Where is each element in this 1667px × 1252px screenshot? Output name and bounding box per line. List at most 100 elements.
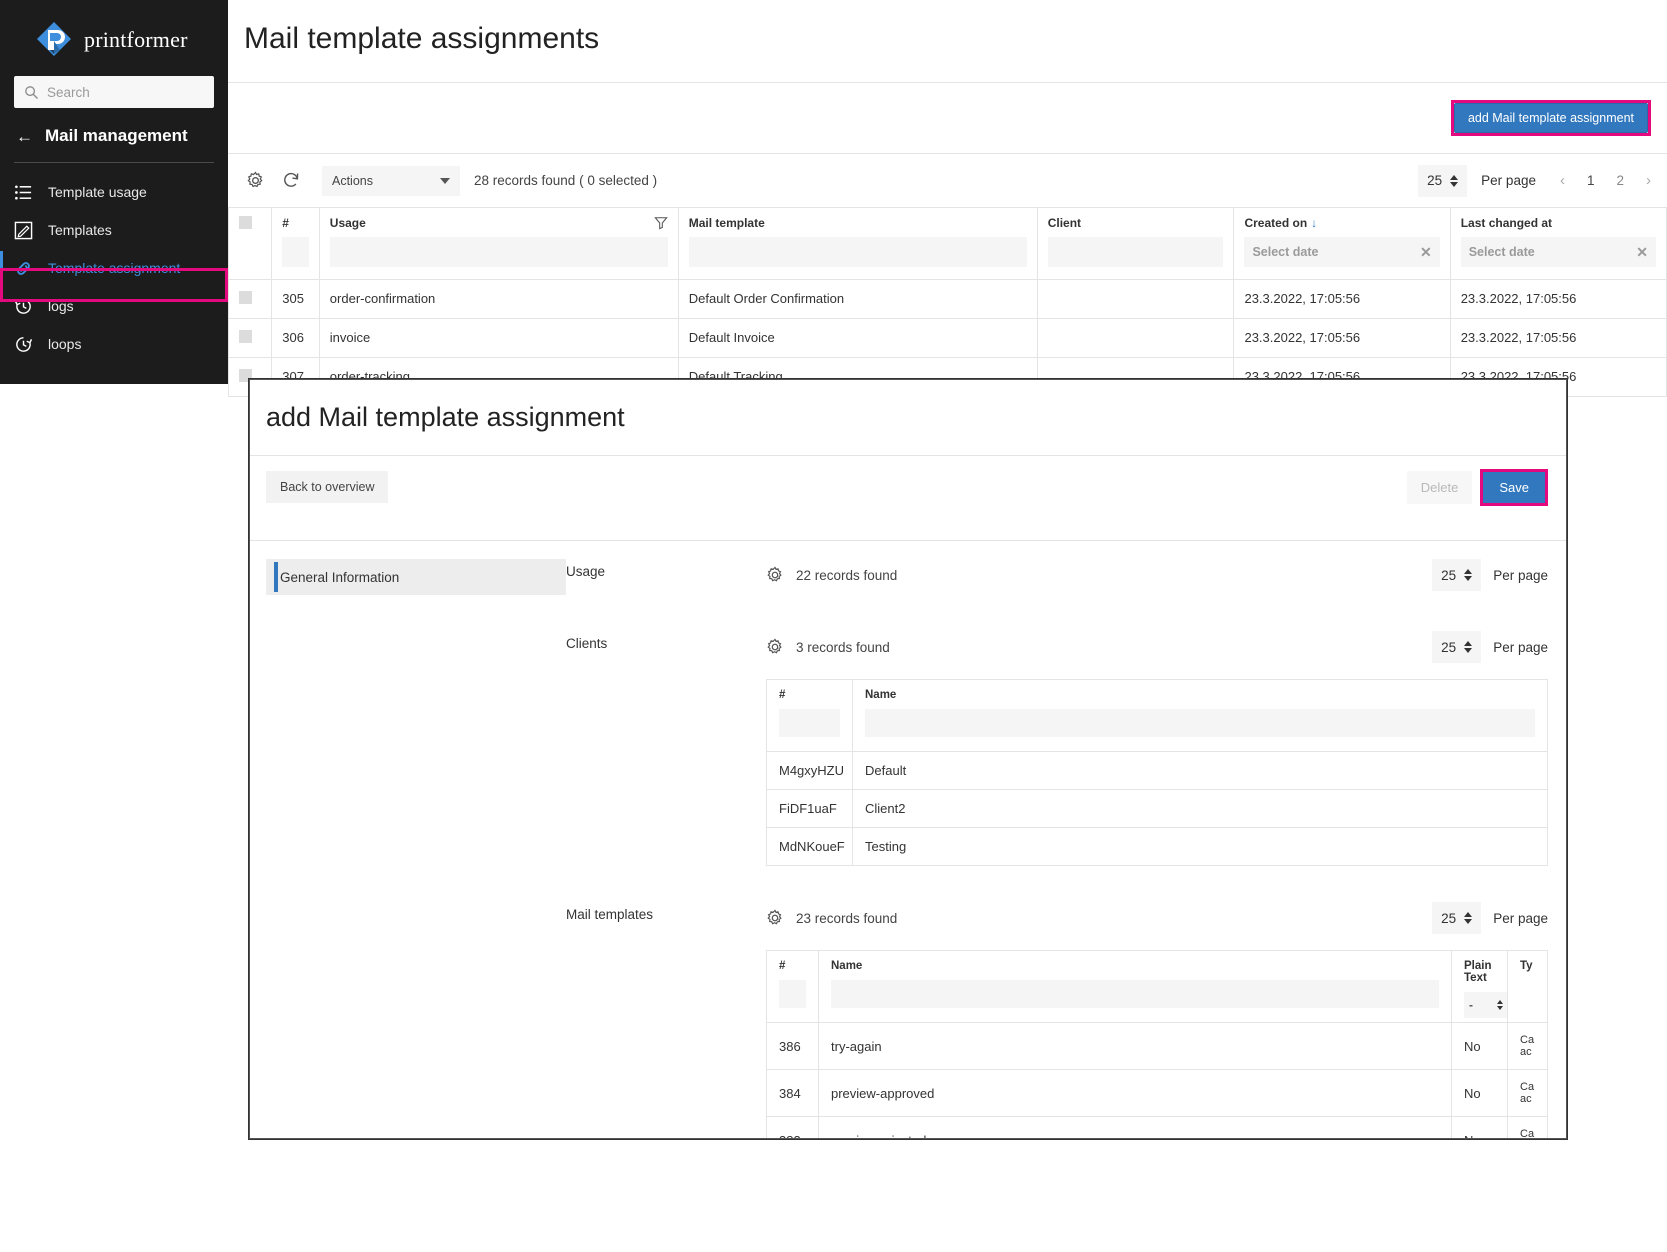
search-input[interactable] (47, 76, 204, 108)
sidebar-item-label: Templates (48, 222, 112, 238)
sidebar-item-template-usage[interactable]: Template usage (0, 173, 228, 211)
select-all-header[interactable] (229, 208, 272, 280)
sidebar: printformer ← Mail management (0, 0, 228, 384)
per-page-stepper[interactable]: 25 (1418, 165, 1467, 197)
row-checkbox-cell[interactable] (229, 280, 272, 319)
prev-page-icon[interactable]: ‹ (1560, 172, 1565, 189)
back-to-mail-management[interactable]: ← Mail management (0, 108, 228, 156)
cell-client-id: M4gxyHZU (767, 752, 853, 790)
cell-usage: invoice (319, 319, 678, 358)
clients-filter-name[interactable] (865, 709, 1535, 737)
column-header-mail-template[interactable]: Mail template (678, 208, 1037, 280)
sidebar-item-template-assignment[interactable]: Template assignment (0, 249, 228, 287)
field-content-mail-templates: 23 records found 25 Per page (766, 902, 1548, 1139)
settings-gear-icon[interactable] (766, 909, 784, 927)
field-content-clients: 3 records found 25 Per page (766, 631, 1548, 866)
table-row[interactable]: 306 invoice Default Invoice 23.3.2022, 1… (229, 319, 1667, 358)
sidebar-item-loops[interactable]: loops (0, 325, 228, 363)
mail-templates-per-page-stepper[interactable]: 25 (1432, 902, 1481, 934)
mail-templates-filter-name[interactable] (831, 980, 1439, 1008)
mail-templates-table: # Name Plain Text (766, 950, 1548, 1139)
row-checkbox[interactable] (239, 291, 252, 304)
mail-templates-column-plain-text[interactable]: Plain Text - (1452, 951, 1508, 1023)
field-mail-templates: Mail templates 23 records found (566, 902, 1548, 1139)
clients-column-name[interactable]: Name (853, 680, 1548, 752)
sidebar-item-label: loops (48, 336, 81, 352)
sidebar-item-templates[interactable]: Templates (0, 211, 228, 249)
cell-template-type: Ca ac (1508, 1070, 1548, 1117)
filter-usage[interactable] (330, 237, 668, 267)
clients-header-row: # Name (767, 680, 1548, 752)
refresh-icon[interactable] (280, 170, 302, 192)
column-header-last-changed-at[interactable]: Last changed at Select date ✕ (1450, 208, 1666, 280)
per-page-label: Per page (1481, 173, 1536, 188)
usage-per-page-stepper[interactable]: 25 (1432, 559, 1481, 591)
table-row[interactable]: 386 try-again No Ca ac (767, 1023, 1548, 1070)
page-2-button[interactable]: 2 (1616, 173, 1624, 188)
edit-document-icon (12, 219, 34, 241)
brand-logo: printformer (0, 0, 228, 74)
select-all-checkbox[interactable] (239, 216, 252, 229)
actions-dropdown[interactable]: Actions (322, 166, 460, 196)
cell-client (1037, 319, 1234, 358)
clear-last-changed-icon[interactable]: ✕ (1636, 244, 1648, 261)
mail-templates-column-id[interactable]: # (767, 951, 819, 1023)
search-box[interactable] (14, 76, 214, 108)
row-checkbox[interactable] (239, 330, 252, 343)
stepper-arrows-icon (1464, 912, 1472, 924)
settings-gear-icon[interactable] (766, 566, 784, 584)
save-button[interactable]: Save (1483, 472, 1545, 503)
modal-action-right: Delete Save (1407, 469, 1548, 506)
mail-templates-column-name[interactable]: Name (819, 951, 1452, 1023)
cell-created-on: 23.3.2022, 17:05:56 (1234, 319, 1450, 358)
add-mail-template-assignment-button[interactable]: add Mail template assignment (1454, 103, 1648, 133)
settings-gear-icon[interactable] (766, 638, 784, 656)
clients-per-page-label: Per page (1493, 640, 1548, 655)
cell-template-plain-text: No (1452, 1070, 1508, 1117)
clients-column-id[interactable]: # (767, 680, 853, 752)
column-header-id[interactable]: # (272, 208, 320, 280)
filter-id[interactable] (282, 237, 309, 267)
column-header-client[interactable]: Client (1037, 208, 1234, 280)
mail-templates-filter-id[interactable] (779, 980, 806, 1008)
sidebar-item-label: Template usage (48, 184, 147, 200)
table-row[interactable]: 305 order-confirmation Default Order Con… (229, 280, 1667, 319)
filter-created-on[interactable]: Select date ✕ (1244, 237, 1439, 267)
filter-mail-template[interactable] (689, 237, 1027, 267)
mail-templates-filter-plain-text[interactable]: - (1464, 992, 1508, 1018)
mail-templates-per-page-value: 25 (1441, 911, 1456, 926)
mail-templates-column-type[interactable]: Ty (1508, 951, 1548, 1023)
per-page-value: 25 (1427, 173, 1442, 188)
printformer-logo-icon (34, 20, 74, 60)
row-checkbox-cell[interactable] (229, 319, 272, 358)
clear-created-on-icon[interactable]: ✕ (1420, 244, 1432, 261)
column-header-created-on[interactable]: Created on↓ Select date ✕ (1234, 208, 1450, 280)
tab-general-information[interactable]: General Information (266, 559, 566, 595)
back-to-overview-button[interactable]: Back to overview (266, 471, 388, 503)
assignments-table: # Usage Mail template (228, 207, 1667, 397)
mail-templates-records-row: 23 records found 25 Per page (766, 902, 1548, 934)
stepper-arrows-icon (1497, 1000, 1503, 1010)
delete-button[interactable]: Delete (1407, 471, 1473, 504)
table-row[interactable]: M4gxyHZU Default (767, 752, 1548, 790)
table-row[interactable]: 384 preview-approved No Ca ac (767, 1070, 1548, 1117)
sidebar-item-label: logs (48, 298, 74, 314)
table-row[interactable]: 383 preview-rejected No Ca ac (767, 1117, 1548, 1140)
cell-mail-template: Default Order Confirmation (678, 280, 1037, 319)
cell-template-type: Ca ac (1508, 1117, 1548, 1140)
stepper-arrows-icon (1464, 569, 1472, 581)
table-row[interactable]: MdNKoueF Testing (767, 828, 1548, 866)
clients-filter-id[interactable] (779, 709, 840, 737)
cell-last-changed-at: 23.3.2022, 17:05:56 (1450, 319, 1666, 358)
settings-gear-icon[interactable] (244, 170, 266, 192)
filter-funnel-icon[interactable] (654, 216, 668, 230)
filter-client[interactable] (1048, 237, 1224, 267)
clients-per-page-stepper[interactable]: 25 (1432, 631, 1481, 663)
cell-template-type: Ca ac (1508, 1023, 1548, 1070)
column-header-usage[interactable]: Usage (319, 208, 678, 280)
next-page-icon[interactable]: › (1646, 172, 1651, 189)
filter-last-changed-at[interactable]: Select date ✕ (1461, 237, 1656, 267)
table-row[interactable]: FiDF1uaF Client2 (767, 790, 1548, 828)
sidebar-item-logs[interactable]: logs (0, 287, 228, 325)
page-1-button[interactable]: 1 (1587, 173, 1595, 188)
